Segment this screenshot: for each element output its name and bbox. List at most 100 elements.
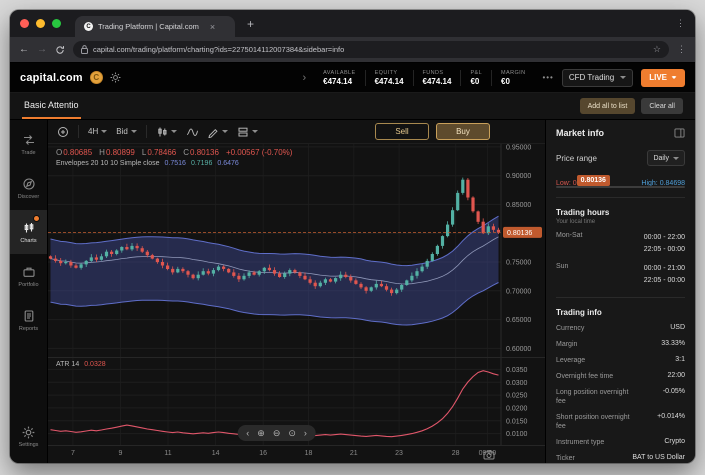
scroll-right-icon[interactable]: › bbox=[304, 428, 307, 438]
hours-time: 22:05 - 00:00 bbox=[643, 245, 685, 253]
stat-pnl: P&L €0 bbox=[460, 69, 491, 86]
sidebar-item-portfolio[interactable]: Portfolio bbox=[10, 254, 47, 298]
ohlc-close-value: 0.80136 bbox=[190, 148, 219, 157]
time-axis-label: 9 bbox=[118, 450, 123, 457]
indicators-button[interactable] bbox=[186, 126, 198, 138]
stat-funds: FUNDS €474.14 bbox=[412, 69, 461, 86]
svg-text:0.0350: 0.0350 bbox=[506, 367, 528, 374]
zoom-out-icon[interactable]: ⊖ bbox=[273, 428, 281, 438]
panel-toggle-icon[interactable] bbox=[674, 128, 685, 138]
account-mode-select[interactable]: CFD Trading bbox=[561, 68, 634, 87]
add-all-label: Add all to list bbox=[587, 102, 628, 110]
collapse-balances-icon[interactable]: › bbox=[302, 72, 306, 84]
buy-button[interactable]: Buy bbox=[436, 123, 490, 140]
gear-icon[interactable] bbox=[110, 72, 121, 83]
minimize-window-button[interactable] bbox=[36, 19, 45, 28]
market-info-panel: Market info Price range Daily 0.80136 Lo… bbox=[545, 120, 695, 463]
chevron-down-icon bbox=[620, 76, 627, 79]
chevron-down-icon bbox=[671, 76, 677, 79]
sidebar-item-discover[interactable]: Discover bbox=[10, 166, 47, 210]
stat-value: €0 bbox=[501, 76, 510, 86]
chart-toolbar: 4H Bid Sell Buy bbox=[48, 120, 545, 144]
address-bar[interactable]: capital.com/trading/platform/charting?id… bbox=[73, 41, 669, 58]
sidebar-item-trade[interactable]: Trade bbox=[10, 122, 47, 166]
info-value: 3:1 bbox=[675, 355, 685, 363]
site-favicon: C bbox=[84, 22, 93, 31]
add-all-to-list-button[interactable]: Add all to list bbox=[579, 98, 636, 114]
trading-info-title: Trading info bbox=[556, 307, 602, 317]
chevron-down-icon bbox=[221, 130, 228, 133]
atr-legend[interactable]: ATR 14 0.0328 bbox=[56, 361, 106, 368]
sell-button[interactable]: Sell bbox=[375, 123, 429, 140]
sidebar-item-label: Trade bbox=[21, 149, 36, 156]
envelopes-legend[interactable]: Envelopes 20 10 10 Simple close 0.7516 0… bbox=[56, 160, 239, 167]
time-axis-label: 18 bbox=[304, 450, 313, 457]
trading-hours-title: Trading hours bbox=[556, 208, 610, 217]
envelopes-lower-value: 0.6476 bbox=[217, 160, 239, 167]
section-divider bbox=[556, 296, 685, 298]
reset-view-icon[interactable]: ⊙ bbox=[288, 428, 296, 438]
time-axis-label: 23 bbox=[395, 450, 403, 457]
trading-hours-row: Mon-Sat 00:00 - 22:00 22:05 - 00:00 bbox=[556, 232, 685, 256]
hours-time: 00:00 - 22:00 bbox=[643, 234, 685, 241]
info-value: Crypto bbox=[664, 438, 685, 446]
info-value: 33.33% bbox=[661, 339, 685, 347]
fullscreen-window-button[interactable] bbox=[52, 19, 61, 28]
close-window-button[interactable] bbox=[20, 19, 29, 28]
chart-navigation-controls: ‹ ⊕ ⊖ ⊙ › bbox=[237, 425, 316, 441]
back-icon[interactable]: ← bbox=[19, 44, 29, 55]
more-options-icon[interactable]: ••• bbox=[542, 73, 553, 82]
svg-text:0.0200: 0.0200 bbox=[506, 405, 528, 412]
browser-tab[interactable]: C Trading Platform | Capital.com × bbox=[75, 16, 235, 37]
close-tab-icon[interactable]: × bbox=[210, 22, 215, 32]
sidebar-item-reports[interactable]: Reports bbox=[10, 298, 47, 342]
stat-value: €474.14 bbox=[422, 76, 452, 86]
browser-menu-icon[interactable]: ⋮ bbox=[677, 44, 686, 55]
svg-text:0.70000: 0.70000 bbox=[506, 288, 531, 295]
live-label: LIVE bbox=[649, 73, 667, 82]
svg-text:0.65000: 0.65000 bbox=[506, 317, 531, 324]
left-nav-sidebar: Trade Discover Charts Portfolio Reports … bbox=[10, 120, 48, 463]
watchlist-tab-basic-attention[interactable]: Basic Attentio bbox=[22, 93, 81, 119]
time-axis-label: 14 bbox=[211, 450, 220, 457]
sidebar-item-settings[interactable]: Settings bbox=[10, 415, 47, 459]
forward-icon[interactable]: → bbox=[37, 44, 47, 55]
svg-text:0.0250: 0.0250 bbox=[506, 393, 528, 400]
time-axis[interactable]: 7 9 11 14 16 18 21 23 28 09:00 bbox=[48, 445, 545, 463]
clear-all-button[interactable]: Clear all bbox=[641, 98, 683, 114]
local-time-note: Your local time bbox=[556, 219, 596, 225]
info-label: Short position overnight fee bbox=[556, 414, 630, 431]
info-label: Margin bbox=[556, 340, 578, 348]
chart-type-select[interactable] bbox=[156, 126, 177, 138]
sidebar-item-charts[interactable]: Charts bbox=[10, 210, 47, 254]
bookmark-star-icon[interactable]: ☆ bbox=[653, 44, 661, 55]
add-symbol-icon[interactable] bbox=[57, 126, 69, 138]
sidebar-item-label: Portfolio bbox=[18, 281, 39, 288]
settings-gear-icon bbox=[22, 426, 35, 439]
zoom-in-icon[interactable]: ⊕ bbox=[257, 428, 265, 438]
screenshot-camera-icon[interactable] bbox=[483, 449, 495, 460]
titlebar-menu-icon[interactable]: ⋮ bbox=[676, 18, 685, 29]
capital-logo[interactable]: capital.com bbox=[20, 72, 83, 84]
price-type-select[interactable]: Bid bbox=[116, 127, 137, 136]
price-chart-canvas[interactable]: 0.60000 0.65000 0.70000 0.75000 0.85000 0.900… bbox=[48, 144, 545, 357]
reload-icon[interactable] bbox=[55, 45, 65, 55]
live-account-button[interactable]: LIVE bbox=[641, 68, 685, 87]
range-period-select[interactable]: Daily bbox=[647, 150, 685, 166]
desktop-background: C Trading Platform | Capital.com × + ⋮ ←… bbox=[0, 0, 705, 475]
chevron-down-icon bbox=[251, 130, 258, 133]
lock-icon bbox=[81, 45, 88, 54]
chart-layout-button[interactable] bbox=[237, 126, 258, 138]
url-text: capital.com/trading/platform/charting?id… bbox=[93, 45, 345, 54]
info-row-currency: Currency USD bbox=[556, 324, 685, 333]
drawing-tools-button[interactable] bbox=[207, 126, 228, 138]
timeframe-select[interactable]: 4H bbox=[88, 127, 108, 136]
new-tab-button[interactable]: + bbox=[247, 17, 254, 31]
price-range-label: Price range bbox=[556, 153, 597, 163]
envelopes-name: Envelopes 20 10 10 Simple close bbox=[56, 160, 160, 167]
time-axis-label: 28 bbox=[451, 450, 460, 457]
slider-track bbox=[556, 186, 685, 188]
info-value: 22:00 bbox=[667, 371, 685, 379]
chevron-down-icon bbox=[673, 156, 679, 160]
scroll-left-icon[interactable]: ‹ bbox=[246, 428, 249, 438]
